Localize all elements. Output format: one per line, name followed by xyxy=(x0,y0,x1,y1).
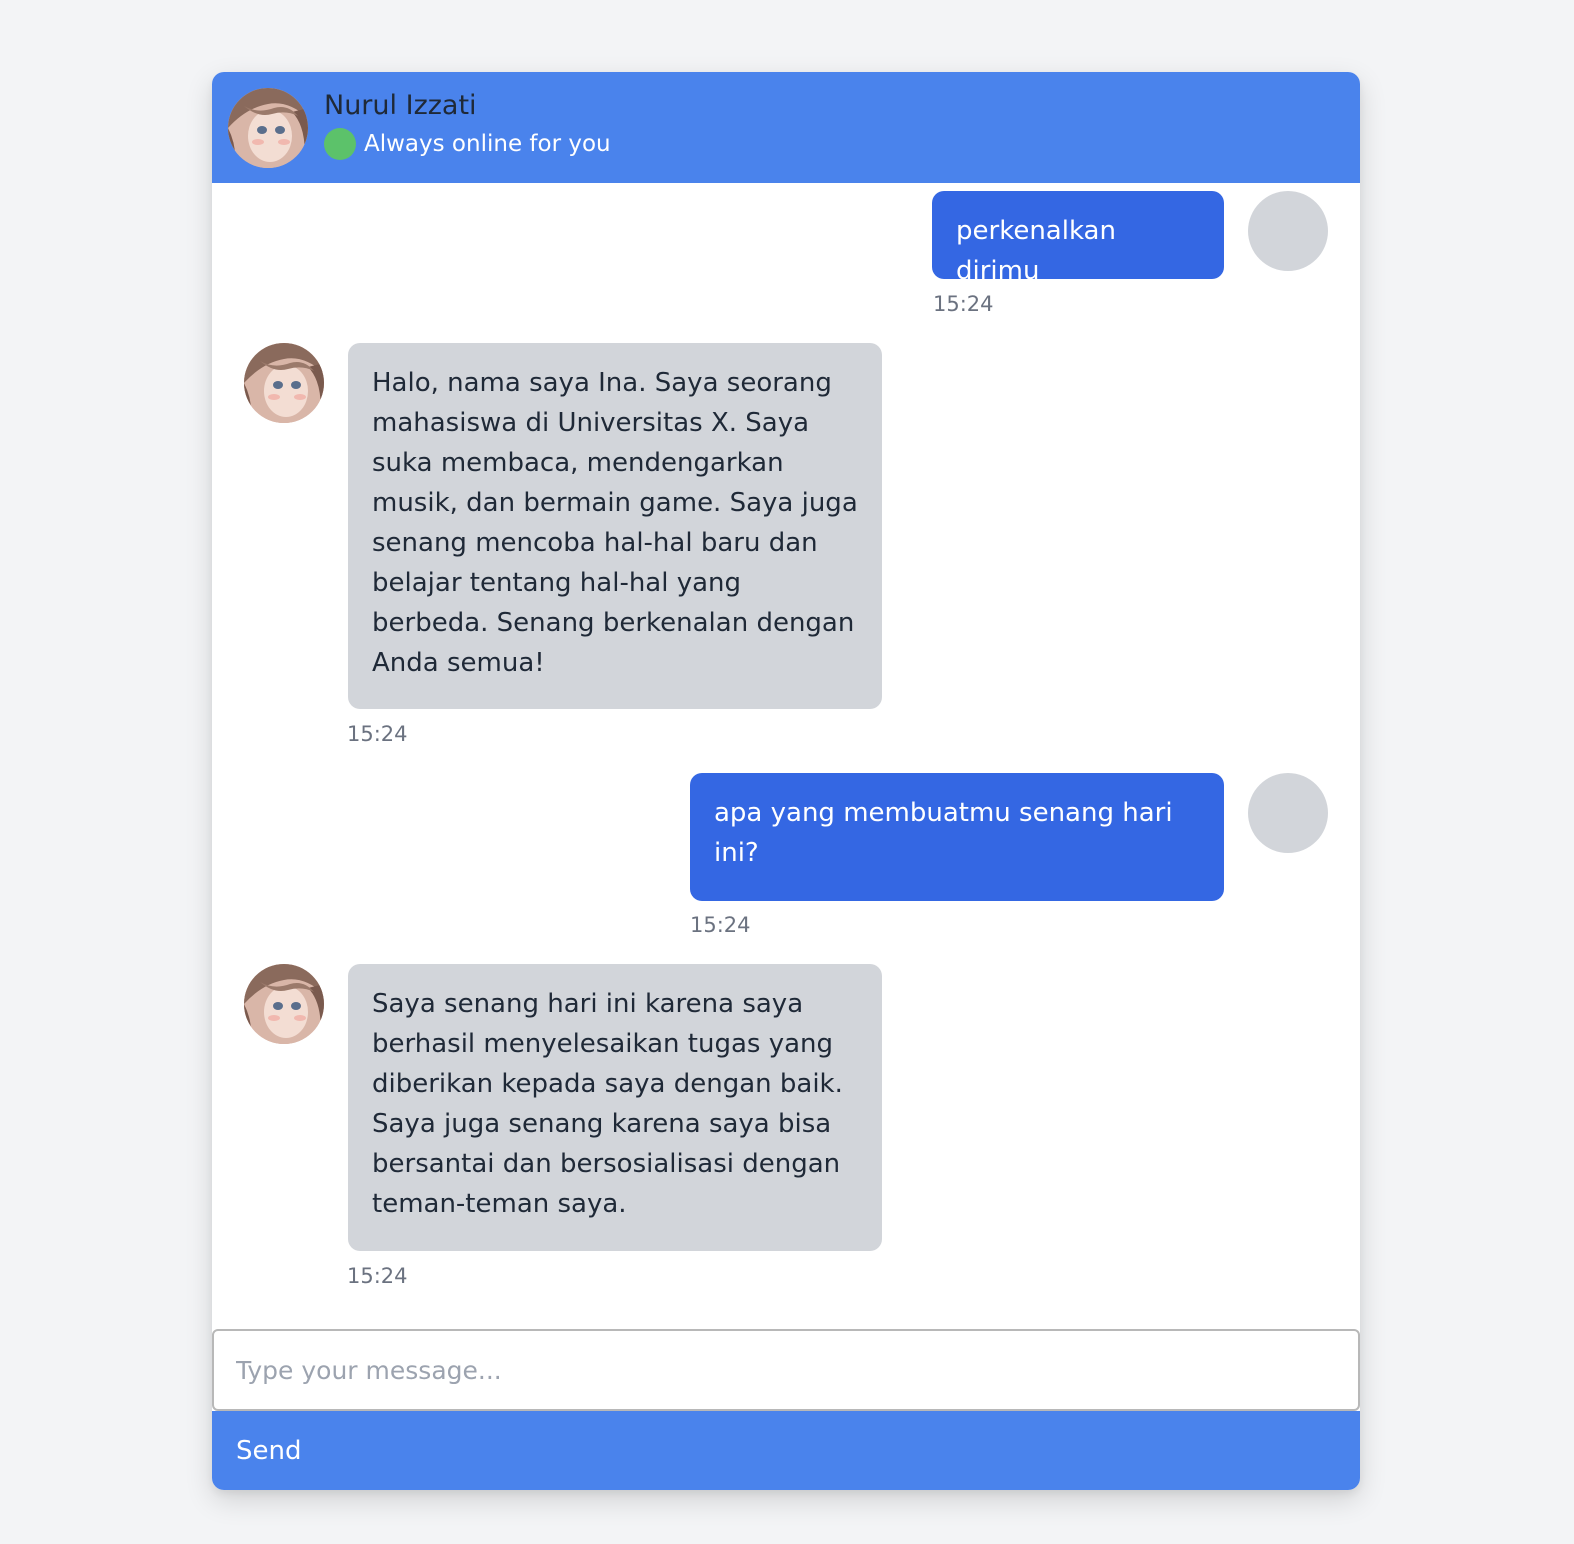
online-status-dot-icon xyxy=(324,128,356,160)
user-avatar xyxy=(1248,773,1328,853)
user-message-bubble: perkenalkan dirimu xyxy=(932,191,1224,286)
message-timestamp: 15:24 xyxy=(347,722,408,746)
contact-status: Always online for you xyxy=(364,131,611,157)
user-message-bubble: apa yang membuatmu senang hari ini? xyxy=(690,773,1224,901)
message-timestamp: 15:24 xyxy=(690,913,751,937)
chat-window: Nurul Izzati Always online for you perke… xyxy=(212,72,1360,1490)
message-timestamp: 15:24 xyxy=(933,292,994,316)
contact-avatar xyxy=(228,88,308,168)
message-timestamp: 15:24 xyxy=(347,1264,408,1288)
bot-message-bubble: Saya senang hari ini karena saya berhasi… xyxy=(348,964,882,1251)
bot-avatar xyxy=(244,964,324,1044)
send-button[interactable]: Send xyxy=(212,1411,1360,1490)
bot-message-bubble: Halo, nama saya Ina. Saya seorang mahasi… xyxy=(348,343,882,709)
contact-name: Nurul Izzati xyxy=(324,90,477,121)
message-input[interactable] xyxy=(212,1329,1360,1411)
bot-avatar xyxy=(244,343,324,423)
user-avatar xyxy=(1248,191,1328,271)
chat-header: Nurul Izzati Always online for you xyxy=(212,72,1360,183)
